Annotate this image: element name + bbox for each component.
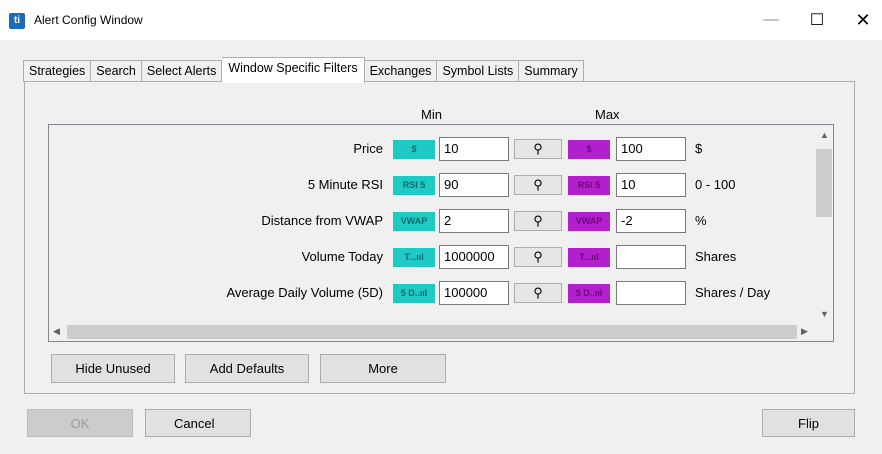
min-filter-icon[interactable]: RSI 5: [393, 176, 435, 195]
max-filter-icon[interactable]: 5 D..ııl: [568, 284, 610, 303]
tab-search[interactable]: Search: [91, 60, 142, 82]
max-input[interactable]: [616, 281, 686, 305]
flip-button[interactable]: Flip: [762, 409, 855, 437]
add-defaults-button[interactable]: Add Defaults: [185, 354, 309, 383]
max-filter-icon[interactable]: $: [568, 140, 610, 159]
max-filter-icon[interactable]: VWAP: [568, 212, 610, 231]
filter-label: Volume Today: [301, 249, 383, 264]
window-title: Alert Config Window: [34, 13, 143, 27]
tab-summary[interactable]: Summary: [519, 60, 584, 82]
filter-label: Distance from VWAP: [261, 213, 383, 228]
max-input[interactable]: -2: [616, 209, 686, 233]
max-input[interactable]: 100: [616, 137, 686, 161]
min-input[interactable]: 90: [439, 173, 509, 197]
min-input[interactable]: 2: [439, 209, 509, 233]
unit-label: 0 - 100: [695, 177, 736, 192]
scroll-down-icon[interactable]: ▼: [820, 309, 829, 319]
max-filter-icon[interactable]: T...ııl: [568, 248, 610, 267]
cancel-button[interactable]: Cancel: [145, 409, 251, 437]
max-input[interactable]: 10: [616, 173, 686, 197]
close-button[interactable]: ✕: [840, 4, 882, 36]
tab-symbol-lists[interactable]: Symbol Lists: [437, 60, 520, 82]
unit-label: $: [695, 141, 703, 156]
filter-row: 5 Minute RSI RSI 5 90 ⚲ RSI 5 10 0 - 100: [49, 173, 809, 199]
maximize-button[interactable]: ☐: [794, 4, 840, 36]
min-input[interactable]: 100000: [439, 281, 509, 305]
filter-label: 5 Minute RSI: [307, 177, 383, 192]
minimize-button[interactable]: —: [748, 4, 794, 36]
ok-button[interactable]: OK: [27, 409, 133, 437]
search-icon[interactable]: ⚲: [514, 247, 562, 267]
min-filter-icon[interactable]: VWAP: [393, 212, 435, 231]
max-input[interactable]: [616, 245, 686, 269]
vertical-scroll-thumb[interactable]: [816, 149, 832, 217]
scroll-up-icon[interactable]: ▲: [820, 130, 829, 140]
min-input[interactable]: 10: [439, 137, 509, 161]
filter-row: Price $10 ⚲ $100 $: [49, 137, 809, 163]
more-button[interactable]: More: [320, 354, 446, 383]
unit-label: Shares: [695, 249, 737, 264]
tab-select-alerts[interactable]: Select Alerts: [141, 60, 223, 82]
unit-label: %: [695, 213, 707, 228]
search-icon[interactable]: ⚲: [514, 139, 562, 159]
tab-window-specific-filters[interactable]: Window Specific Filters: [222, 57, 365, 83]
scroll-right-icon[interactable]: ▶: [801, 326, 808, 337]
tab-strip: Strategies Search Select Alerts Window S…: [23, 57, 584, 83]
filter-row: Average Daily Volume (5D) 5 D..ııl 100000 ⚲…: [49, 281, 809, 307]
max-header: Max: [595, 107, 620, 122]
filter-label: Price: [353, 141, 383, 156]
max-filter-icon[interactable]: RSI 5: [568, 176, 610, 195]
vertical-scrollbar[interactable]: ▲ ▼: [815, 125, 833, 322]
tab-exchanges[interactable]: Exchanges: [364, 60, 438, 82]
search-icon[interactable]: ⚲: [514, 175, 562, 195]
min-filter-icon[interactable]: T...ııl: [393, 248, 435, 267]
filter-row: Distance from VWAP VWAP 2 ⚲ VWAP -2%: [49, 209, 809, 235]
app-icon: ti: [9, 13, 25, 29]
min-header: Min: [421, 107, 442, 122]
horizontal-scroll-thumb[interactable]: [67, 325, 797, 339]
title-bar: ti Alert Config Window — ☐ ✕: [0, 0, 882, 40]
min-filter-icon[interactable]: 5 D..ııl: [393, 284, 435, 303]
min-input[interactable]: 1000000: [439, 245, 509, 269]
tab-strategies[interactable]: Strategies: [23, 60, 92, 82]
search-icon[interactable]: ⚲: [514, 283, 562, 303]
filter-list: Price $10 ⚲ $100 $5 Minute RSI RSI 5 90 ⚲ RSI 51…: [48, 124, 834, 342]
hide-unused-button[interactable]: Hide Unused: [51, 354, 175, 383]
filter-row: Volume Today T...ııl 1000000 ⚲ T...ııl Shares: [49, 245, 809, 271]
horizontal-scrollbar[interactable]: ◀ ▶: [49, 323, 815, 341]
min-filter-icon[interactable]: $: [393, 140, 435, 159]
scroll-left-icon[interactable]: ◀: [53, 326, 60, 337]
unit-label: Shares / Day: [695, 285, 771, 300]
filter-label: Average Daily Volume (5D): [226, 285, 383, 300]
search-icon[interactable]: ⚲: [514, 211, 562, 231]
